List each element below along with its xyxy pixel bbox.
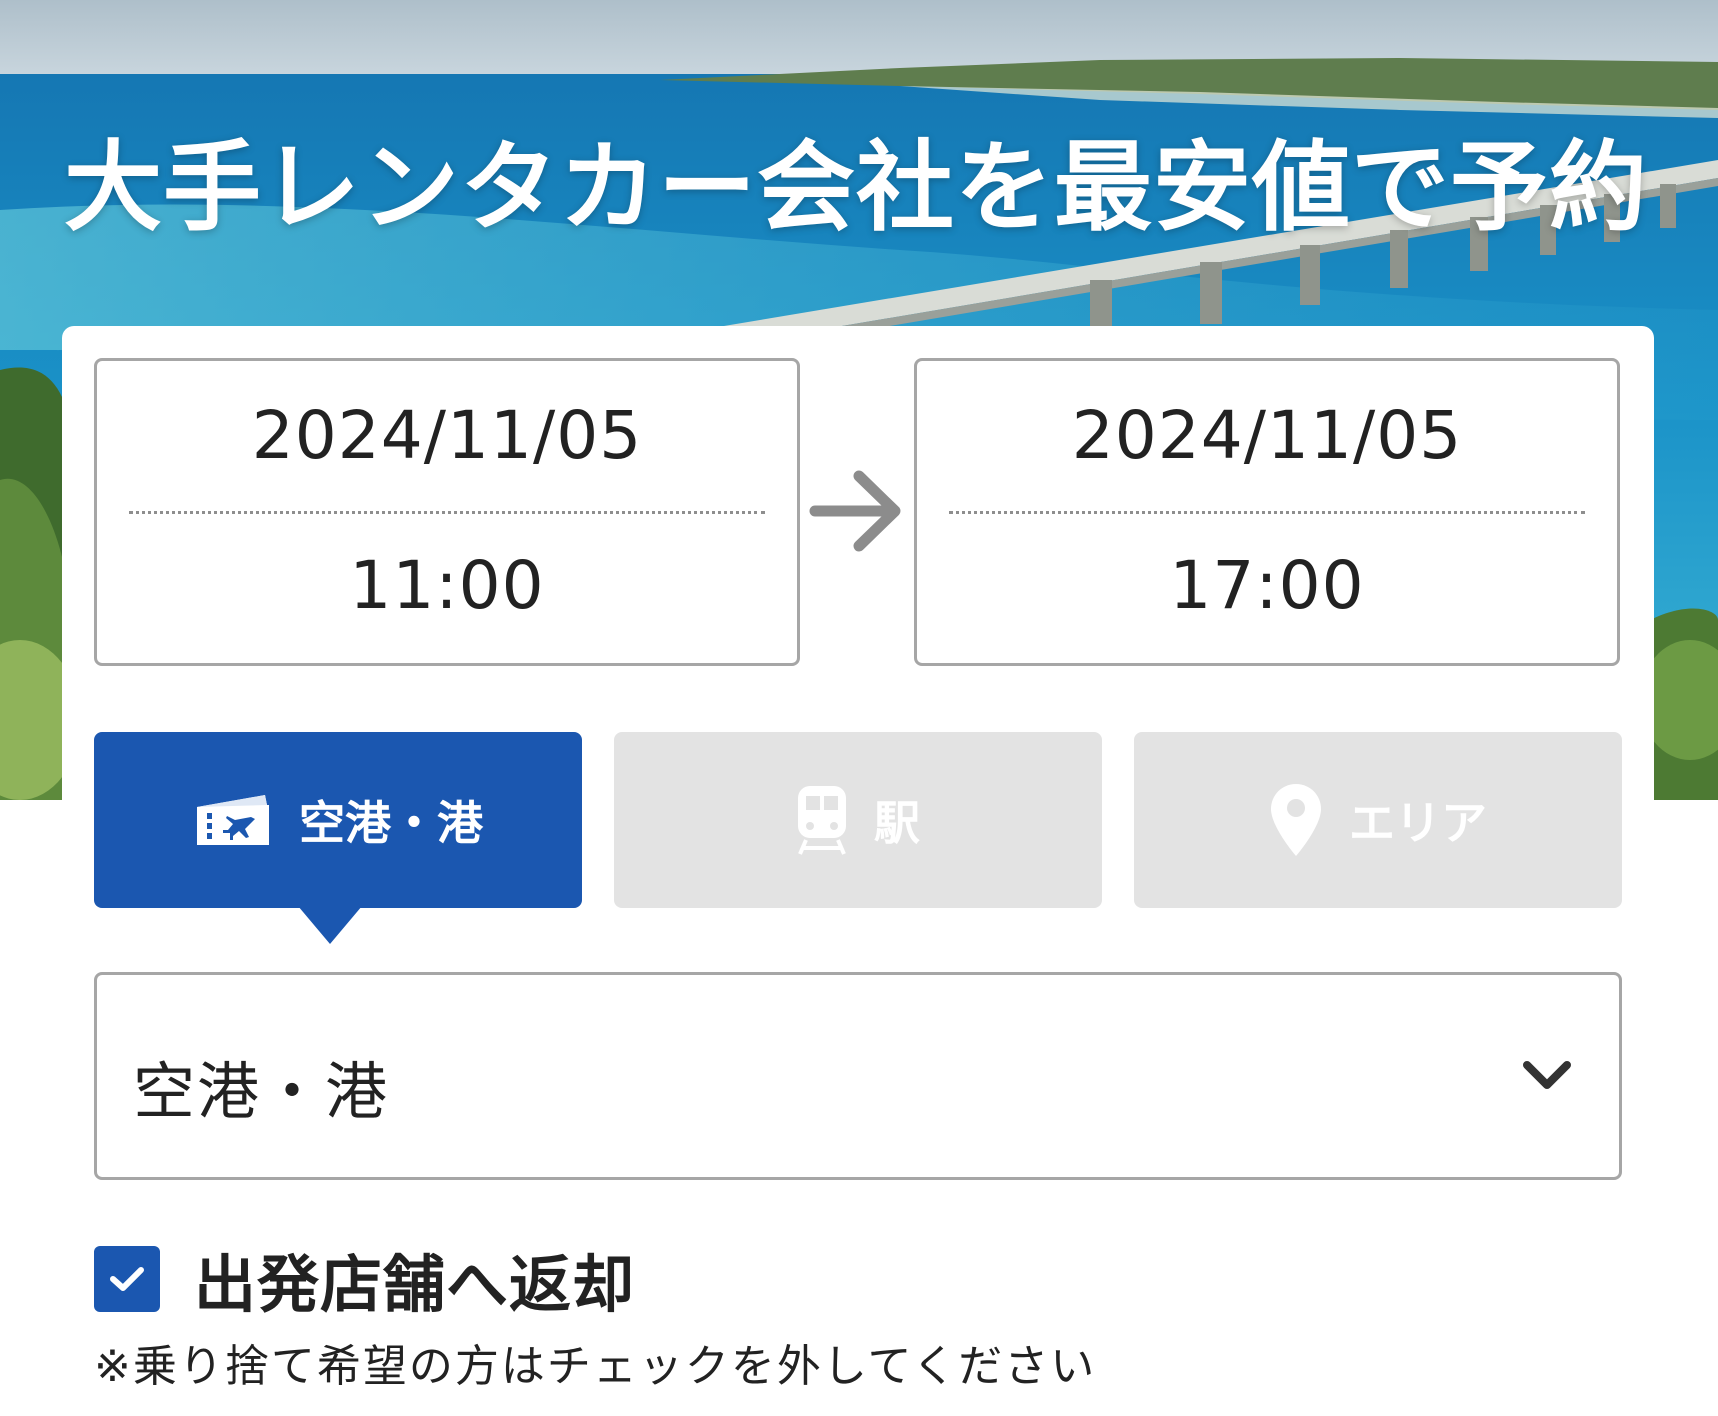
arrow-right-icon	[809, 470, 901, 552]
tab-label: エリア	[1349, 796, 1487, 850]
tab-label: 駅	[874, 796, 920, 850]
pickup-date[interactable]: 2024/11/05	[97, 397, 797, 474]
checkmark-icon	[110, 1267, 144, 1291]
pickup-datetime-field[interactable]: 2024/11/05 11:00	[94, 358, 800, 666]
location-select-value: 空港・港	[133, 1055, 390, 1128]
same-store-return-row[interactable]: 出発店舗へ返却	[94, 1244, 635, 1321]
train-icon	[796, 784, 848, 856]
search-card: 2024/11/05 11:00 2024/11/05 17:00 空港・港 駅…	[62, 326, 1654, 1416]
return-date[interactable]: 2024/11/05	[917, 397, 1617, 474]
map-pin-icon	[1269, 782, 1323, 858]
same-store-return-checkbox[interactable]	[94, 1246, 160, 1312]
tab-station[interactable]: 駅	[614, 732, 1102, 908]
active-tab-pointer	[298, 906, 362, 944]
return-time[interactable]: 17:00	[917, 547, 1617, 624]
location-select[interactable]: 空港・港	[94, 972, 1622, 1180]
pickup-time[interactable]: 11:00	[97, 547, 797, 624]
drop-off-note: ※乗り捨て希望の方はチェックを外してください	[94, 1341, 1097, 1392]
date-time-divider	[129, 511, 765, 514]
same-store-return-label[interactable]: 出発店舗へ返却	[194, 1234, 635, 1324]
tab-label: 空港・港	[299, 796, 483, 850]
date-time-divider	[949, 511, 1585, 514]
hero-title: 大手レンタカー会社を最安値で予約	[64, 131, 1649, 245]
chevron-down-icon	[1523, 1061, 1571, 1089]
airplane-ticket-icon	[193, 791, 273, 849]
return-datetime-field[interactable]: 2024/11/05 17:00	[914, 358, 1620, 666]
tab-airport-port[interactable]: 空港・港	[94, 732, 582, 908]
tab-area[interactable]: エリア	[1134, 732, 1622, 908]
